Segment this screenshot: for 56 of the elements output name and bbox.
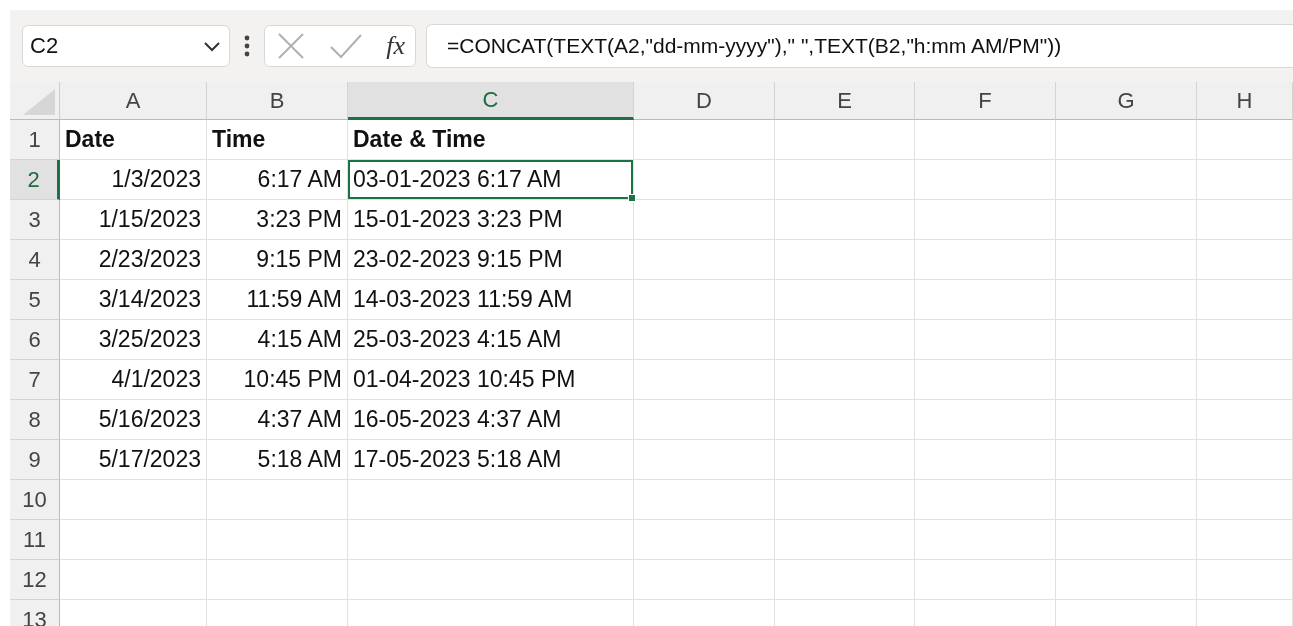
table-cell: 16-05-2023 4:37 AM — [348, 400, 634, 440]
table-cell: 14-03-2023 11:59 AM — [348, 280, 634, 320]
row-header[interactable]: 12 — [10, 560, 60, 600]
table-cell: 03-01-2023 6:17 AM — [348, 160, 634, 200]
table-cell: 3/25/2023 — [60, 320, 207, 360]
table-cell: 15-01-2023 3:23 PM — [348, 200, 634, 240]
insert-function-button[interactable]: fx — [386, 31, 405, 61]
column-header[interactable]: E — [775, 82, 915, 120]
row-header[interactable]: 11 — [10, 520, 60, 560]
row-header[interactable]: 4 — [10, 240, 60, 280]
table-cell: 6:17 AM — [207, 160, 348, 200]
column-header[interactable]: F — [915, 82, 1056, 120]
table-cell: Date — [60, 120, 207, 160]
table-cell: 1/15/2023 — [60, 200, 207, 240]
table-cell: Date & Time — [348, 120, 634, 160]
table-cell: 23-02-2023 9:15 PM — [348, 240, 634, 280]
row-header[interactable]: 5 — [10, 280, 60, 320]
row-header[interactable]: 6 — [10, 320, 60, 360]
table-cell: 17-05-2023 5:18 AM — [348, 440, 634, 480]
row-header[interactable]: 9 — [10, 440, 60, 480]
table-cell: 4:15 AM — [207, 320, 348, 360]
column-header[interactable]: A — [60, 82, 207, 120]
table-cell: 5/17/2023 — [60, 440, 207, 480]
row-header[interactable]: 7 — [10, 360, 60, 400]
table-cell: 1/3/2023 — [60, 160, 207, 200]
formula-field[interactable]: =CONCAT(TEXT(A2,"dd-mm-yyyy")," ",TEXT(B2,"h:mm AM/PM")) — [426, 24, 1293, 68]
cell-reference: C2 — [30, 33, 59, 59]
row-header[interactable]: 3 — [10, 200, 60, 240]
row-header[interactable]: 8 — [10, 400, 60, 440]
table-cell: 4/1/2023 — [60, 360, 207, 400]
row-header[interactable]: 10 — [10, 480, 60, 520]
table-cell: 10:45 PM — [207, 360, 348, 400]
column-header[interactable]: C — [348, 82, 634, 120]
row-header[interactable]: 1 — [10, 120, 60, 160]
fill-handle[interactable] — [628, 194, 636, 202]
column-header[interactable]: D — [634, 82, 775, 120]
table-cell: 01-04-2023 10:45 PM — [348, 360, 634, 400]
table-cell: 2/23/2023 — [60, 240, 207, 280]
table-cell: Time — [207, 120, 348, 160]
table-cell: 9:15 PM — [207, 240, 348, 280]
table-cell: 3/14/2023 — [60, 280, 207, 320]
column-header[interactable]: G — [1056, 82, 1197, 120]
more-options-icon[interactable] — [244, 35, 250, 57]
column-header[interactable]: H — [1197, 82, 1293, 120]
row-header[interactable]: 13 — [10, 600, 60, 626]
name-box[interactable]: C2 — [22, 25, 230, 67]
table-cell: 5/16/2023 — [60, 400, 207, 440]
check-icon[interactable] — [328, 33, 363, 59]
table-cell: 25-03-2023 4:15 AM — [348, 320, 634, 360]
row-header[interactable]: 2 — [10, 160, 60, 200]
column-header[interactable]: B — [207, 82, 348, 120]
table-cell: 5:18 AM — [207, 440, 348, 480]
table-cell: 11:59 AM — [207, 280, 348, 320]
table-cell: 3:23 PM — [207, 200, 348, 240]
table-cell: 4:37 AM — [207, 400, 348, 440]
chevron-down-icon[interactable] — [203, 40, 221, 52]
